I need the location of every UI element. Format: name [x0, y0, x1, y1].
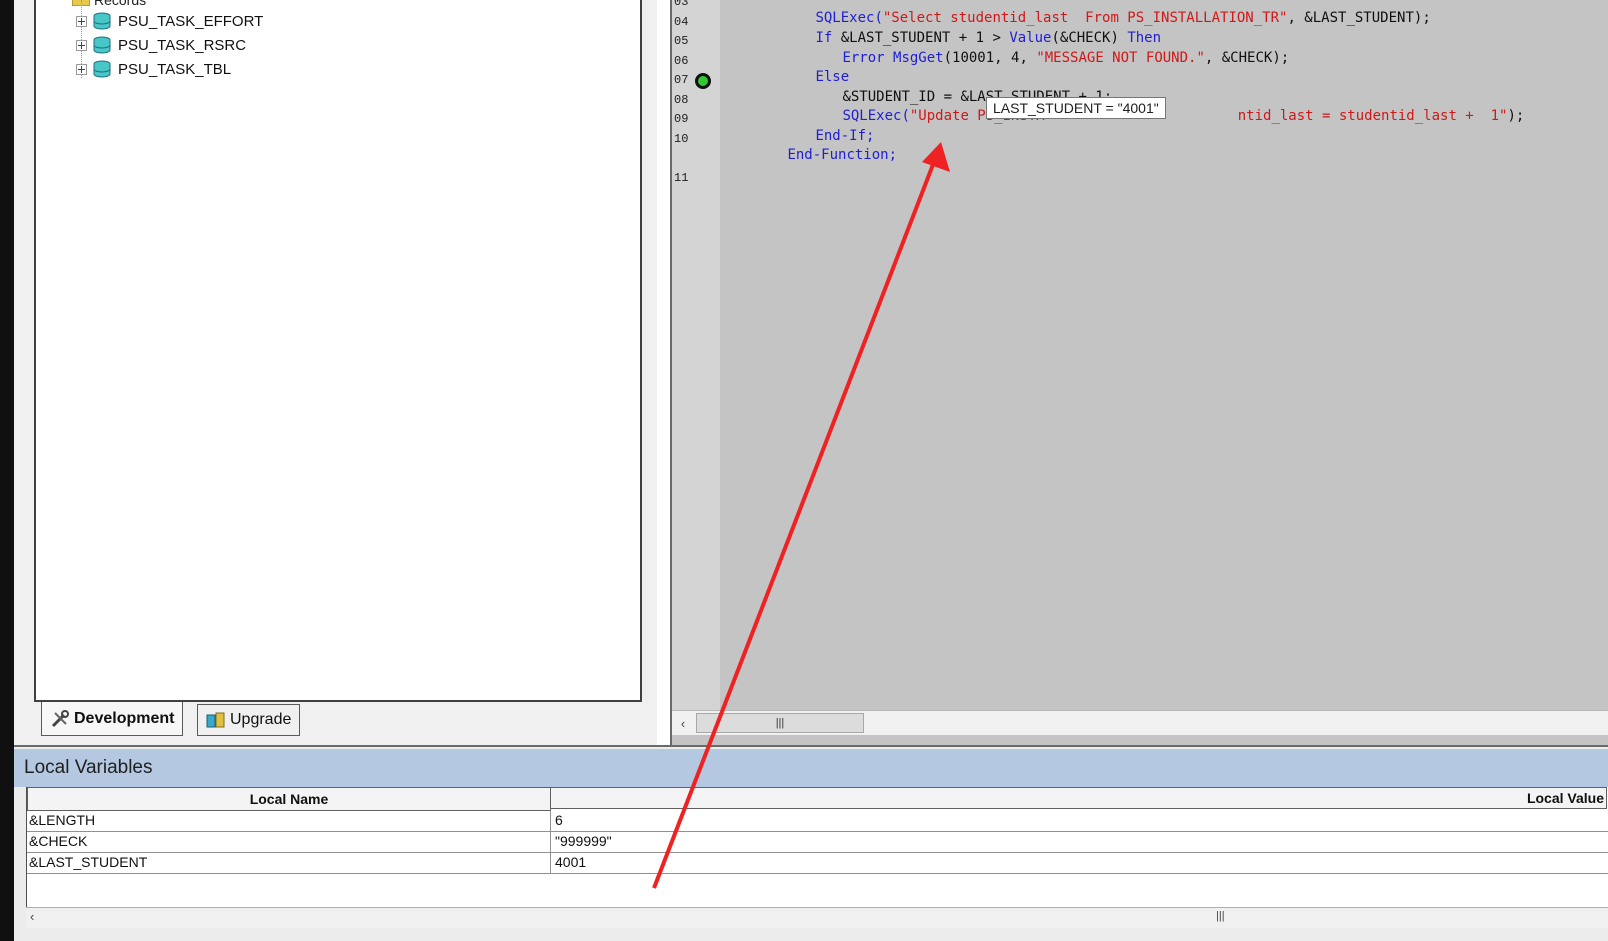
- local-name-cell: &LAST_STUDENT: [29, 854, 148, 870]
- local-value-cell: 6: [555, 812, 563, 828]
- local-variables-grid[interactable]: Local Name Local Value &LENGTH 6 &CHECK …: [26, 787, 1608, 907]
- scroll-thumb[interactable]: |||: [1216, 910, 1225, 922]
- table-row[interactable]: &LENGTH 6: [27, 810, 1608, 832]
- tree-item-psu-task-rsrc[interactable]: PSU_TASK_RSRC: [76, 34, 246, 56]
- line-number-gutter: 03 04 05 06 07 08 09 10 11: [672, 0, 720, 710]
- expand-icon[interactable]: [76, 39, 87, 51]
- tree-item-label: PSU_TASK_TBL: [118, 60, 232, 78]
- line-number: 06: [674, 54, 689, 68]
- code-token: );: [1507, 108, 1525, 124]
- tree-item-psu-task-tbl[interactable]: PSU_TASK_TBL: [76, 58, 231, 80]
- tab-label: Development: [74, 709, 175, 727]
- column-header-local-value[interactable]: Local Value: [550, 787, 1607, 809]
- code-token: "MESSAGE NOT FOUND.": [1036, 50, 1205, 66]
- line-number: 11: [674, 171, 689, 185]
- tree-item-label: PSU_TASK_EFFORT: [118, 12, 264, 30]
- project-tree[interactable]: Records PSU_TASK_EFFORT PSU_TASK_RSRC PS…: [34, 0, 642, 702]
- line-number: 03: [674, 0, 689, 9]
- database-record-icon: [93, 36, 111, 54]
- code-token: End-Function;: [787, 147, 898, 163]
- code-line-10: End-Function;: [720, 131, 897, 179]
- column-header-local-name[interactable]: Local Name: [27, 787, 551, 811]
- local-name-cell: &LENGTH: [29, 812, 96, 828]
- scroll-left-icon[interactable]: ‹: [674, 714, 692, 732]
- editor-horizontal-scrollbar[interactable]: ‹ |||: [672, 710, 1608, 735]
- expand-icon[interactable]: [76, 63, 87, 75]
- local-name-cell: &CHECK: [29, 833, 88, 849]
- tab-upgrade[interactable]: Upgrade: [197, 704, 301, 736]
- local-variables-title: Local Variables: [24, 757, 153, 778]
- database-record-icon: [93, 60, 111, 78]
- tools-icon: [51, 709, 69, 727]
- project-panel: Records PSU_TASK_EFFORT PSU_TASK_RSRC PS…: [14, 0, 657, 745]
- variable-value-tooltip: LAST_STUDENT = "4001": [986, 97, 1166, 119]
- code-token: ntid_last = studentid_last + 1": [1237, 108, 1508, 124]
- debugger-window: Records PSU_TASK_EFFORT PSU_TASK_RSRC PS…: [14, 0, 1608, 941]
- tree-item-label: PSU_TASK_RSRC: [118, 36, 247, 54]
- line-number: 05: [674, 34, 689, 48]
- code-token: , &LAST_STUDENT);: [1287, 10, 1431, 26]
- tab-label: Upgrade: [230, 711, 292, 728]
- local-value-cell: 4001: [555, 854, 587, 870]
- line-number: 09: [674, 112, 689, 126]
- code-token: Error MsgGet: [842, 50, 944, 66]
- column-divider: [550, 810, 551, 831]
- line-number: 07: [674, 73, 689, 87]
- project-tabs: Development Upgrade: [14, 700, 657, 745]
- code-token: (10001, 4,: [943, 50, 1037, 66]
- tree-folder-records[interactable]: Records: [72, 0, 147, 8]
- code-token: , &CHECK);: [1204, 50, 1290, 66]
- scroll-left-icon[interactable]: ‹: [30, 909, 34, 924]
- line-number: 04: [674, 15, 689, 29]
- local-variables-pane: Local Variables Local Name Local Value &…: [14, 745, 1608, 941]
- table-row[interactable]: &CHECK "999999": [27, 831, 1608, 853]
- column-divider: [550, 831, 551, 852]
- database-record-icon: [93, 12, 111, 30]
- variables-horizontal-scrollbar[interactable]: ‹ |||: [26, 907, 1608, 928]
- upgrade-icon: [206, 712, 225, 728]
- local-value-cell: "999999": [555, 833, 612, 849]
- tree-item-psu-task-effort[interactable]: PSU_TASK_EFFORT: [76, 10, 263, 32]
- table-row[interactable]: &LAST_STUDENT 4001: [27, 852, 1608, 874]
- line-number: 08: [674, 93, 689, 107]
- column-divider: [550, 852, 551, 873]
- tree-folder-label: Records: [94, 0, 147, 8]
- scroll-thumb[interactable]: |||: [696, 713, 864, 733]
- breakpoint-arrow-icon[interactable]: [695, 73, 711, 89]
- expand-icon[interactable]: [76, 15, 87, 27]
- line-number: 10: [674, 132, 689, 146]
- tab-development[interactable]: Development: [41, 702, 184, 736]
- local-variables-header: Local Variables: [14, 749, 1608, 787]
